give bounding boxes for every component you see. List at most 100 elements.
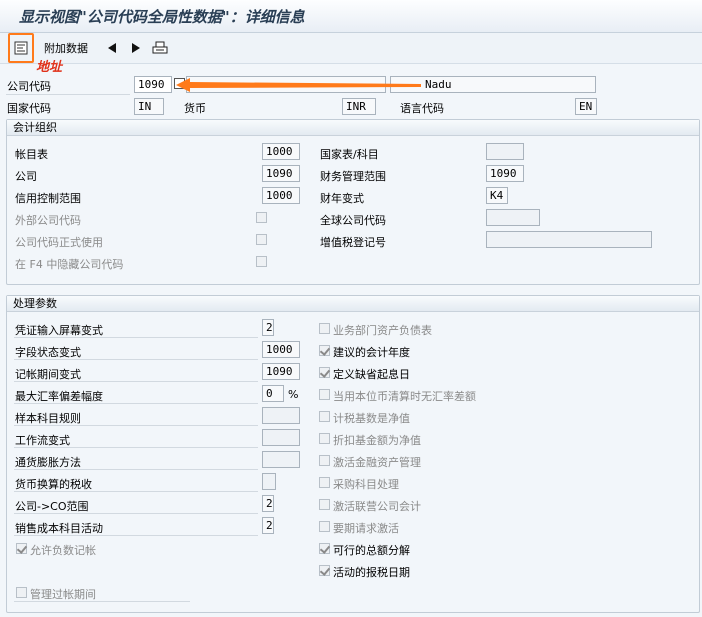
processing-option-checkbox <box>319 367 330 378</box>
unit-label: % <box>288 388 299 401</box>
fm-area-label: 财务管理范围 <box>320 170 386 183</box>
allow-negative-label: 允许负数记帐 <box>30 544 96 557</box>
country-code-field: IN <box>134 98 164 115</box>
credit-control-field: 1000 <box>262 187 300 204</box>
processing-option-label: 业务部门资产负债表 <box>333 324 432 337</box>
chart-of-accounts-field: 1000 <box>262 143 300 160</box>
title-bar: 显示视图"公司代码全局性数据"：详细信息 <box>0 0 702 33</box>
processing-option-label: 采购科目处理 <box>333 478 399 491</box>
processing-option-checkbox <box>319 477 330 488</box>
processing-option-label: 建议的会计年度 <box>333 346 410 359</box>
processing-param-label: 货币换算的税收 <box>15 478 92 491</box>
previous-entry-button[interactable] <box>104 37 120 59</box>
processing-option-checkbox <box>319 543 330 554</box>
divider <box>14 535 258 536</box>
country-coa-label: 国家表/科目 <box>320 148 379 161</box>
processing-param-field <box>262 407 300 424</box>
fiscal-variant-label: 财年变式 <box>320 192 364 205</box>
divider <box>14 447 258 448</box>
divider <box>14 491 258 492</box>
processing-param-field: 0 <box>262 385 284 402</box>
processing-param-field: 1090 <box>262 363 300 380</box>
processing-param-field: 1000 <box>262 341 300 358</box>
page-title: 显示视图"公司代码全局性数据"：详细信息 <box>19 8 305 26</box>
next-entry-button[interactable] <box>128 37 144 59</box>
vat-reg-field <box>486 231 652 248</box>
processing-param-label: 公司->CO范围 <box>15 500 89 513</box>
processing-title: 处理参数 <box>7 296 699 312</box>
accounting-org-title: 会计组织 <box>7 120 699 136</box>
credit-control-label: 信用控制范围 <box>15 192 81 205</box>
processing-param-field: 2 <box>262 495 274 512</box>
processing-option-label: 当用本位币清算时无汇率差额 <box>333 390 476 403</box>
processing-option-checkbox <box>319 345 330 356</box>
divider <box>14 601 190 602</box>
cc-productive-checkbox <box>256 234 267 245</box>
company-code-field[interactable]: 1090 <box>134 76 172 93</box>
fm-area-field: 1090 <box>486 165 524 182</box>
hide-f4-checkbox <box>256 256 267 267</box>
triangle-right-icon <box>132 43 140 53</box>
processing-option-label: 激活联营公司会计 <box>333 500 421 513</box>
processing-param-field: 2 <box>262 517 274 534</box>
processing-option-label: 要期请求激活 <box>333 522 399 535</box>
manage-periods-label: 管理过帐期间 <box>30 588 96 601</box>
chart-of-accounts-label: 帐目表 <box>15 148 48 161</box>
processing-option-checkbox <box>319 323 330 334</box>
country-code-label: 国家代码 <box>7 102 51 115</box>
divider <box>14 403 258 404</box>
external-cc-checkbox <box>256 212 267 223</box>
document-icon <box>14 41 28 55</box>
processing-param-label: 销售成本科目活动 <box>15 522 103 535</box>
triangle-left-icon <box>108 43 116 53</box>
divider <box>14 359 258 360</box>
company-code-label: 公司代码 <box>7 80 51 93</box>
processing-option-label: 可行的总额分解 <box>333 544 410 557</box>
toolbar: 附加数据 <box>0 33 702 64</box>
processing-option-label: 折扣基金额为净值 <box>333 434 421 447</box>
language-code-field: EN <box>575 98 597 115</box>
external-cc-label: 外部公司代码 <box>15 214 81 227</box>
company-label: 公司 <box>15 170 37 183</box>
cc-productive-label: 公司代码正式使用 <box>15 236 103 249</box>
divider <box>6 94 130 95</box>
print-button[interactable] <box>150 37 170 59</box>
processing-param-field <box>262 429 300 446</box>
country-coa-field <box>486 143 524 160</box>
processing-option-checkbox <box>319 389 330 400</box>
company-field: 1090 <box>262 165 300 182</box>
allow-negative-checkbox <box>16 543 27 554</box>
processing-param-label: 字段状态变式 <box>15 346 81 359</box>
global-cc-field <box>486 209 540 226</box>
processing-param-label: 样本科目规则 <box>15 412 81 425</box>
divider <box>14 425 258 426</box>
hide-f4-label: 在 F4 中隐藏公司代码 <box>15 258 124 271</box>
vat-reg-label: 增值税登记号 <box>320 236 386 249</box>
processing-param-field: 2 <box>262 319 274 336</box>
divider <box>14 513 258 514</box>
other-view-button[interactable] <box>8 33 34 63</box>
processing-param-label: 工作流变式 <box>15 434 70 447</box>
processing-param-label: 通货膨胀方法 <box>15 456 81 469</box>
processing-option-checkbox <box>319 499 330 510</box>
currency-field: INR <box>342 98 376 115</box>
divider <box>14 337 258 338</box>
processing-param-field <box>262 473 276 490</box>
currency-label: 货币 <box>184 102 206 115</box>
processing-option-checkbox <box>319 433 330 444</box>
processing-option-label: 激活金融资产管理 <box>333 456 421 469</box>
processing-param-label: 记帐期间变式 <box>15 368 81 381</box>
language-code-label: 语言代码 <box>400 102 444 115</box>
processing-option-checkbox <box>319 411 330 422</box>
processing-option-checkbox <box>319 455 330 466</box>
processing-option-label: 定义缺省起息日 <box>333 368 410 381</box>
global-cc-label: 全球公司代码 <box>320 214 386 227</box>
processing-param-label: 凭证输入屏幕变式 <box>15 324 103 337</box>
processing-option-checkbox <box>319 521 330 532</box>
divider <box>14 381 258 382</box>
processing-option-label: 活动的报税日期 <box>333 566 410 579</box>
processing-param-label: 最大汇率偏差幅度 <box>15 390 103 403</box>
processing-option-label: 计税基数是净值 <box>333 412 410 425</box>
annotation-text: 地址 <box>36 60 63 75</box>
processing-param-field <box>262 451 300 468</box>
